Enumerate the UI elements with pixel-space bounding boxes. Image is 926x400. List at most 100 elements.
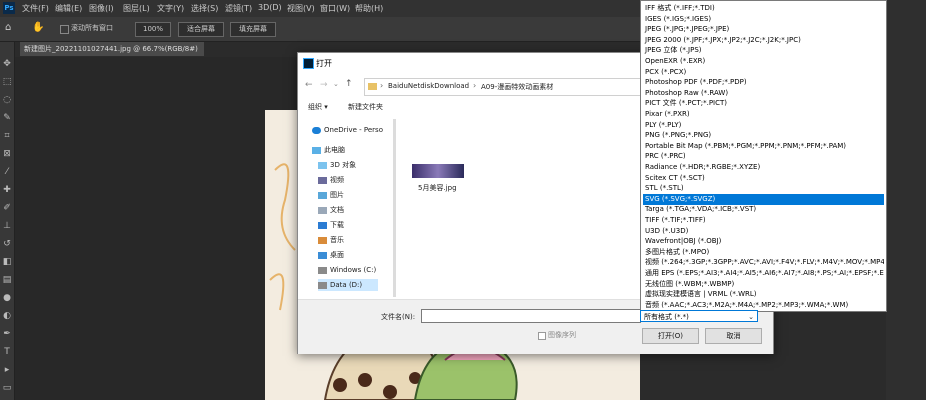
chevron-down-icon: ⌄ <box>748 313 754 321</box>
nav-music[interactable]: 音乐 <box>318 234 344 246</box>
back-arrow-icon[interactable]: ← <box>305 80 313 90</box>
nav-documents[interactable]: 文档 <box>318 204 344 216</box>
menu-select[interactable]: 选择(S) <box>191 3 218 14</box>
document-tab[interactable]: 新建图片_20221101027441.jpg @ 66.7%(RGB/8#) <box>20 42 204 56</box>
nav-pictures[interactable]: 图片 <box>318 189 344 201</box>
navigation-pane: OneDrive - Perso 此电脑 3D 对象 视频 图片 文档 下载 音… <box>298 119 393 297</box>
filetype-option[interactable]: Wavefront|OBJ (*.OBJ) <box>643 236 884 247</box>
breadcrumb-folder-1[interactable]: BaiduNetdiskDownload <box>388 82 469 90</box>
organize-button[interactable]: 组织 ▾ <box>308 102 328 112</box>
filetype-dropdown-list[interactable]: IFF 格式 (*.IFF;*.TDI) IGES (*.IGS;*.IGES) J… <box>640 0 887 319</box>
pen-tool-icon[interactable]: ✒ <box>1 328 13 340</box>
filetype-option[interactable]: 通用 EPS (*.EPS;*.AI3;*.AI4;*.AI5;*.AI6;*.… <box>643 268 884 279</box>
brush-tool-icon[interactable]: ✐ <box>1 202 13 214</box>
filetype-option[interactable]: Targa (*.TGA;*.VDA;*.ICB;*.VST) <box>643 204 884 215</box>
type-tool-icon[interactable]: T <box>1 346 13 358</box>
filetype-option[interactable]: PLY (*.PLY) <box>643 120 884 131</box>
home-icon[interactable]: ⌂ <box>5 22 11 33</box>
healing-tool-icon[interactable]: ✚ <box>1 184 13 196</box>
filetype-option[interactable]: JPEG 2000 (*.JPF;*.JPX;*.JP2;*.J2C;*.J2K… <box>643 35 884 46</box>
filetype-option[interactable]: JPEG 立体 (*.JPS) <box>643 45 884 56</box>
nav-windows-c[interactable]: Windows (C:) <box>318 264 376 276</box>
filetype-option[interactable]: SVG (*.SVG;*.SVGZ) <box>643 193 884 205</box>
filetype-option[interactable]: PICT 文件 (*.PCT;*.PICT) <box>643 98 884 109</box>
nav-desktop[interactable]: 桌面 <box>318 249 344 261</box>
menu-bar: Ps 文件(F) 编辑(E) 图像(I) 图层(L) 文字(Y) 选择(S) 滤… <box>0 0 640 17</box>
menu-type[interactable]: 文字(Y) <box>157 3 184 14</box>
filetype-option[interactable]: OpenEXR (*.EXR) <box>643 56 884 67</box>
scroll-all-checkbox[interactable] <box>60 25 69 34</box>
filetype-option[interactable]: 视频 (*.264;*.3GP;*.3GPP;*.AVC;*.AVI;*.F4V… <box>643 257 884 268</box>
filetype-option[interactable]: Radiance (*.HDR;*.RGBE;*.XYZE) <box>643 162 884 173</box>
lasso-tool-icon[interactable]: ◌ <box>1 94 13 106</box>
filetype-option[interactable]: Pixar (*.PXR) <box>643 109 884 120</box>
filetype-option[interactable]: IGES (*.IGS;*.IGES) <box>643 14 884 25</box>
menu-edit[interactable]: 编辑(E) <box>55 3 82 14</box>
blur-tool-icon[interactable]: ● <box>1 292 13 304</box>
nav-videos[interactable]: 视频 <box>318 174 344 186</box>
marquee-tool-icon[interactable]: ⬚ <box>1 76 13 88</box>
stamp-tool-icon[interactable]: ⊥ <box>1 220 13 232</box>
eyedropper-tool-icon[interactable]: ⁄ <box>1 166 13 178</box>
cancel-button[interactable]: 取消 <box>705 328 762 344</box>
image-thumbnail <box>412 164 464 178</box>
move-tool-icon[interactable]: ✥ <box>1 58 13 70</box>
filetype-option[interactable]: Photoshop Raw (*.RAW) <box>643 88 884 99</box>
music-icon <box>318 236 327 244</box>
filetype-option[interactable]: IFF 格式 (*.IFF;*.TDI) <box>643 3 884 14</box>
filetype-option[interactable]: PCX (*.PCX) <box>643 67 884 78</box>
gradient-tool-icon[interactable]: ▤ <box>1 274 13 286</box>
up-arrow-icon[interactable]: ↑ <box>345 79 353 89</box>
filetype-option[interactable]: TIFF (*.TIF;*.TIFF) <box>643 215 884 226</box>
image-sequence-checkbox[interactable] <box>538 332 546 340</box>
filetype-option[interactable]: Photoshop PDF (*.PDF;*.PDP) <box>643 77 884 88</box>
crop-tool-icon[interactable]: ⌗ <box>1 130 13 142</box>
filetype-option[interactable]: Portable Bit Map (*.PBM;*.PGM;*.PPM;*.PN… <box>643 141 884 152</box>
filetype-option[interactable]: 多图片格式 (*.MPO) <box>643 247 884 258</box>
recent-chevron-icon[interactable]: ⌄ <box>333 80 339 88</box>
menu-help[interactable]: 帮助(H) <box>355 3 383 14</box>
filename-input[interactable] <box>421 309 641 323</box>
zoom-100-button[interactable]: 100% <box>135 22 171 37</box>
menu-filter[interactable]: 滤镜(T) <box>225 3 252 14</box>
filetype-option[interactable]: PRC (*.PRC) <box>643 151 884 162</box>
file-item[interactable]: 5月美容.jpg <box>410 159 470 204</box>
filetype-option[interactable]: PNG (*.PNG;*.PNG) <box>643 130 884 141</box>
frame-tool-icon[interactable]: ⊠ <box>1 148 13 160</box>
quick-select-tool-icon[interactable]: ✎ <box>1 112 13 124</box>
filetype-option[interactable]: U3D (*.U3D) <box>643 226 884 237</box>
file-name: 5月美容.jpg <box>418 184 457 192</box>
filetype-option[interactable]: STL (*.STL) <box>643 183 884 194</box>
dodge-tool-icon[interactable]: ◐ <box>1 310 13 322</box>
tools-panel: ✥ ⬚ ◌ ✎ ⌗ ⊠ ⁄ ✚ ✐ ⊥ ↺ ◧ ▤ ● ◐ ✒ T ▸ ▭ <box>0 42 15 400</box>
menu-file[interactable]: 文件(F) <box>22 3 49 14</box>
breadcrumb-folder-2[interactable]: A09-漫画特效动画素材 <box>481 82 553 92</box>
hand-tool-icon[interactable]: ✋ <box>32 22 44 33</box>
new-folder-button[interactable]: 新建文件夹 <box>348 102 383 112</box>
menu-window[interactable]: 窗口(W) <box>320 3 350 14</box>
menu-view[interactable]: 视图(V) <box>287 3 315 14</box>
fill-screen-button[interactable]: 填充屏幕 <box>230 22 276 37</box>
forward-arrow-icon[interactable]: → <box>320 80 328 90</box>
history-brush-icon[interactable]: ↺ <box>1 238 13 250</box>
open-button[interactable]: 打开(O) <box>642 328 699 344</box>
menu-layer[interactable]: 图层(L) <box>123 3 150 14</box>
menu-3d[interactable]: 3D(D) <box>258 3 282 12</box>
filetype-option[interactable]: 无线位图 (*.WBM;*.WBMP) <box>643 279 884 290</box>
options-bar: ⌂ ✋ 滚动所有窗口 100% 适合屏幕 填充屏幕 <box>0 17 640 42</box>
menu-image[interactable]: 图像(I) <box>89 3 114 14</box>
filetype-option[interactable]: JPEG (*.JPG;*.JPEG;*.JPE) <box>643 24 884 35</box>
nav-downloads[interactable]: 下载 <box>318 219 344 231</box>
filetype-option[interactable]: 虚拟现实建模语言 | VRML (*.WRL) <box>643 289 884 300</box>
eraser-tool-icon[interactable]: ◧ <box>1 256 13 268</box>
rectangle-tool-icon[interactable]: ▭ <box>1 382 13 394</box>
fit-screen-button[interactable]: 适合屏幕 <box>178 22 224 37</box>
path-select-tool-icon[interactable]: ▸ <box>1 364 13 376</box>
nav-3d-objects[interactable]: 3D 对象 <box>318 159 356 171</box>
nav-this-pc[interactable]: 此电脑 <box>312 144 345 156</box>
nav-data-d[interactable]: Data (D:) <box>318 279 378 291</box>
image-sequence-label: 图像序列 <box>548 331 576 339</box>
filetype-select[interactable]: 所有格式 (*.*) ⌄ <box>640 310 758 322</box>
filetype-option[interactable]: Scitex CT (*.SCT) <box>643 173 884 184</box>
nav-onedrive[interactable]: OneDrive - Perso <box>312 124 383 136</box>
